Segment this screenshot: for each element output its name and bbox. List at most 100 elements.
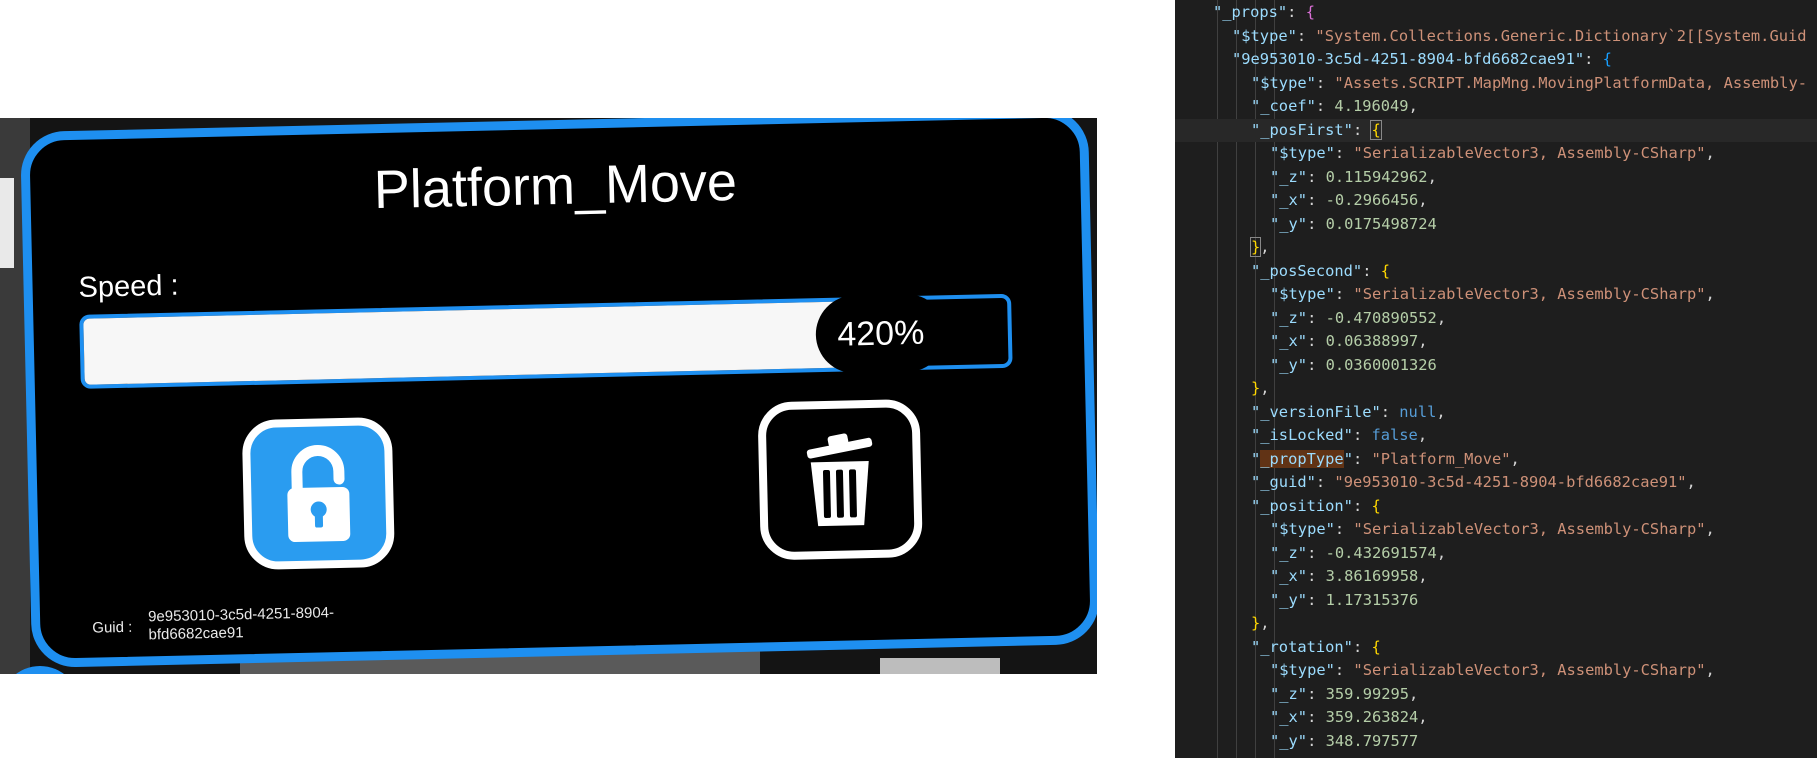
lock-button[interactable] [241,416,396,571]
code-line[interactable]: "_isLocked": false, [1175,424,1817,448]
code-line[interactable]: "_posFirst": { [1175,118,1817,142]
code-token: "SerializableVector3, Assembly-CSharp" [1353,285,1706,303]
code-token: "SerializableVector3, Assembly-CSharp" [1353,520,1706,538]
code-token: : [1352,496,1372,515]
code-token: : [1315,97,1335,115]
code-line[interactable]: "_z": -0.470890552, [1175,307,1817,331]
code-token: { [1602,50,1612,68]
code-token: , [1436,543,1447,562]
code-token: : [1287,3,1306,21]
code-token: 0.0175498724 [1325,214,1437,233]
code-token: "_position" [1251,496,1353,515]
code-line[interactable]: "$type": "SerializableVector3, Assembly-… [1175,142,1817,166]
code-token: : [1307,214,1326,233]
code-line[interactable]: "_position": { [1175,495,1817,519]
code-token: , [1686,473,1696,491]
code-token: { [1305,3,1315,21]
code-token: 3.86169958 [1325,567,1419,585]
code-token: { [1371,496,1381,515]
code-token: : [1362,261,1381,280]
speed-slider-handle[interactable]: 420% [814,293,947,375]
code-line[interactable]: "$type": "Assets.SCRIPT.MapMng.MovingPla… [1175,72,1817,96]
code-line[interactable]: "_rotation": { [1175,636,1817,660]
code-token: : [1307,590,1326,609]
speed-slider[interactable]: 420% [79,293,1052,389]
code-line[interactable]: "9e953010-3c5d-4251-8904-bfd6682cae91": … [1175,48,1817,72]
code-line[interactable]: "_y": 0.0360001326 [1175,354,1817,378]
code-token: , [1409,684,1419,703]
code-token: "$type" [1232,26,1297,45]
code-line[interactable]: "_x": 3.86169958, [1175,565,1817,589]
code-line[interactable]: }, [1175,236,1817,260]
code-token: 0.115942962 [1325,167,1428,186]
code-token: "_z" [1270,543,1308,562]
code-token: : [1307,191,1326,209]
guid-label: Guid : [92,618,133,637]
code-token: " [1343,449,1353,468]
delete-button[interactable] [757,398,923,561]
code-token: "_y" [1270,355,1308,374]
code-token: : [1307,708,1326,726]
code-token: 359.263824 [1325,708,1419,726]
code-line[interactable]: "_y": 0.0175498724 [1175,213,1817,237]
code-line[interactable]: "_versionFile": null, [1175,401,1817,425]
code-token: , [1260,614,1270,632]
code-token: , [1260,238,1270,256]
code-token: , [1408,97,1418,115]
code-token: : [1315,73,1335,92]
code-line[interactable]: "$type": "SerializableVector3, Assembly-… [1175,659,1817,683]
code-token: } [1249,237,1262,257]
code-token: , [1705,661,1715,679]
code-token: "_rotation" [1251,637,1353,656]
scene-background-object [880,658,1000,674]
vr-scene-view: Platform_Move Speed : 420% Guid: 9e9530… [0,118,1097,674]
code-token: null [1399,402,1437,421]
code-line[interactable]: "_x": 359.263824, [1175,706,1817,730]
code-token: : [1315,473,1335,491]
code-token: -0.2966456 [1325,191,1419,209]
code-token: : [1352,449,1372,468]
json-code-editor[interactable]: "_props": {"$type": "System.Collections.… [1175,0,1817,758]
code-token: "$type" [1251,73,1316,92]
code-line[interactable]: "_propType": "Platform_Move", [1175,448,1817,472]
code-token: : [1584,50,1603,68]
code-line[interactable]: "_z": 0.115942962, [1175,166,1817,190]
code-token: "_y" [1270,731,1308,750]
code-line[interactable]: "_x": -0.2966456, [1175,189,1817,213]
code-token: : [1296,26,1316,45]
code-token: , [1418,332,1428,350]
code-line[interactable]: "_coef": 4.196049, [1175,95,1817,119]
code-token: false [1371,426,1418,444]
code-token: "SerializableVector3, Assembly-CSharp" [1353,661,1706,679]
code-line[interactable]: "_guid": "9e953010-3c5d-4251-8904-bfd668… [1175,471,1817,495]
code-token: "_posSecond" [1251,261,1363,280]
guid-value: 9e953010-3c5d-4251-8904-bfd6682cae91 [147,604,335,644]
code-token: , [1436,308,1447,327]
scene-background-light [0,178,14,268]
panel-title: Platform_Move [373,151,738,221]
speed-value: 420% [836,313,925,354]
code-line[interactable]: "_y": 348.797577 [1175,730,1817,754]
code-line[interactable]: "$type": "System.Collections.Generic.Dic… [1175,25,1817,49]
code-line[interactable]: "_props": { [1175,1,1817,25]
code-line[interactable]: }, [1175,377,1817,401]
code-token: 1.17315376 [1325,590,1419,609]
code-token: : [1380,402,1400,421]
code-line[interactable]: }, [1175,612,1817,636]
code-line[interactable]: "$type": "SerializableVector3, Assembly-… [1175,518,1817,542]
code-token: 359.99295 [1325,684,1410,703]
code-token: , [1427,167,1437,186]
code-token: : [1307,332,1326,350]
code-line[interactable]: "_z": -0.432691574, [1175,542,1817,566]
code-line[interactable]: "_z": 359.99295, [1175,683,1817,707]
code-token: "_guid" [1251,473,1316,491]
code-line[interactable]: "_y": 1.17315376 [1175,589,1817,613]
code-token: , [1705,144,1715,162]
code-line[interactable]: "_posSecond": { [1175,260,1817,284]
code-token: , [1260,379,1270,397]
code-line[interactable]: "$type": "SerializableVector3, Assembly-… [1175,283,1817,307]
code-token: , [1705,285,1715,303]
code-line[interactable]: "_x": 0.06388997, [1175,330,1817,354]
code-token: "_props" [1213,3,1288,21]
code-token: 0.06388997 [1325,332,1419,350]
